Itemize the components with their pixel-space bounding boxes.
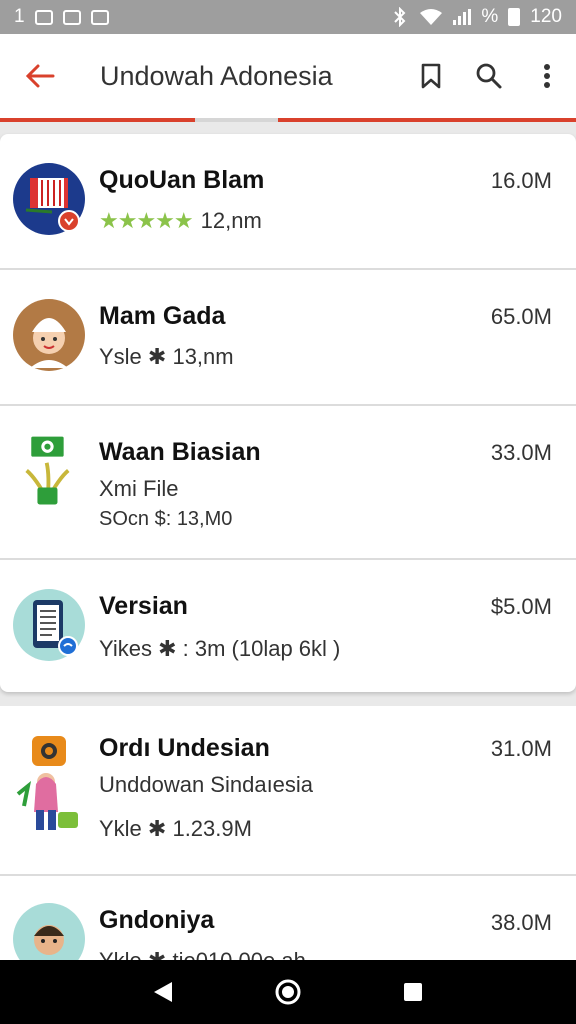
more-options-button[interactable]: [518, 34, 576, 118]
app-list-item[interactable]: Ordı Undesian Unddowan Sindaıesia Ykle ✱…: [0, 706, 576, 874]
status-left-text: 1: [14, 6, 25, 27]
status-bar: 1 % 120: [0, 0, 576, 34]
wifi-icon: [420, 9, 443, 25]
avatar-chef-icon: [13, 299, 85, 371]
app-meta: SOcn $: 13,M0: [99, 508, 233, 530]
back-button[interactable]: [0, 34, 80, 118]
back-arrow-icon: [25, 64, 55, 88]
app-name: Waan Biasian: [99, 438, 261, 466]
app-list-item[interactable]: QuoUan Blam ★★★★★ 12,nm 16.0M: [0, 134, 576, 268]
app-bar: Undowah Adonesia: [0, 34, 576, 118]
app-name: Versian: [99, 592, 188, 620]
app-developer: Unddowan Sindaıesia: [99, 772, 314, 797]
app-rating: ★★★★★ 12,nm: [99, 208, 262, 234]
app-meta: Yikes ✱ : 3m (10lap 6kl ): [99, 636, 341, 661]
avatar-boy-icon: [13, 903, 85, 966]
system-nav-bar: [0, 960, 576, 1024]
app-name: QuoUan Blam: [99, 166, 265, 194]
loading-progress: [0, 118, 576, 122]
app-size: 65.0M: [490, 304, 552, 329]
search-button[interactable]: [460, 34, 518, 118]
app-list-item[interactable]: Gndoniya Ykle ✱ tie010 00e ah 38.0M: [0, 876, 576, 966]
rating-stars: ★★★★★: [99, 208, 194, 233]
nav-recents-icon: [404, 983, 423, 1001]
flag-icon: [13, 163, 85, 235]
app-list-item[interactable]: Versian Yikes ✱ : 3m (10lap 6kl ) $5.0M: [0, 560, 576, 692]
nav-home-icon: [275, 979, 301, 1005]
app-name: Gndoniya: [99, 906, 215, 934]
nav-back-button[interactable]: [143, 972, 183, 1012]
bookmark-icon: [421, 63, 441, 89]
app-size: 31.0M: [490, 736, 552, 761]
app-list-card: QuoUan Blam ★★★★★ 12,nm 16.0M Mam Gada Ys…: [0, 134, 576, 692]
more-vert-icon: [544, 64, 550, 88]
app-list-item[interactable]: Waan Biasian Xmi File SOcn $: 13,M0 33.0…: [0, 406, 576, 558]
battery-percent: %: [481, 6, 499, 27]
notification-icon: [34, 9, 53, 25]
plant-icon: [25, 436, 70, 505]
ebook-icon: [13, 589, 85, 661]
battery-icon: [508, 8, 521, 26]
camera-notification-icon: [62, 9, 81, 25]
status-time: 120: [530, 6, 562, 27]
nav-home-button[interactable]: [268, 972, 308, 1012]
app-size: $5.0M: [490, 594, 552, 619]
app-size: 33.0M: [490, 440, 552, 465]
app-category: Xmi File: [99, 476, 179, 501]
search-icon: [476, 63, 502, 89]
app-size: 38.0M: [490, 910, 552, 935]
person-basket-icon: [16, 736, 78, 830]
app-list-item[interactable]: Mam Gada Ysle ✱ 13,nm 65.0M: [0, 270, 576, 404]
app-downloads: 12,nm: [200, 208, 262, 233]
app-list-card: Ordı Undesian Unddowan Sindaıesia Ykle ✱…: [0, 706, 576, 966]
app-name: Ordı Undesian: [99, 734, 270, 762]
signal-icon: [453, 9, 472, 25]
page-title: Undowah Adonesia: [100, 60, 333, 91]
app-meta: Ykle ✱ 1.23.9M: [99, 816, 252, 841]
bookmark-button[interactable]: [402, 34, 460, 118]
nav-back-icon: [153, 982, 172, 1002]
photo-notification-icon: [90, 9, 109, 25]
app-size: 16.0M: [490, 168, 552, 193]
app-name: Mam Gada: [99, 302, 226, 330]
app-meta: Ysle ✱ 13,nm: [99, 344, 234, 369]
nav-recents-button[interactable]: [393, 972, 433, 1012]
bluetooth-icon: [394, 7, 406, 27]
